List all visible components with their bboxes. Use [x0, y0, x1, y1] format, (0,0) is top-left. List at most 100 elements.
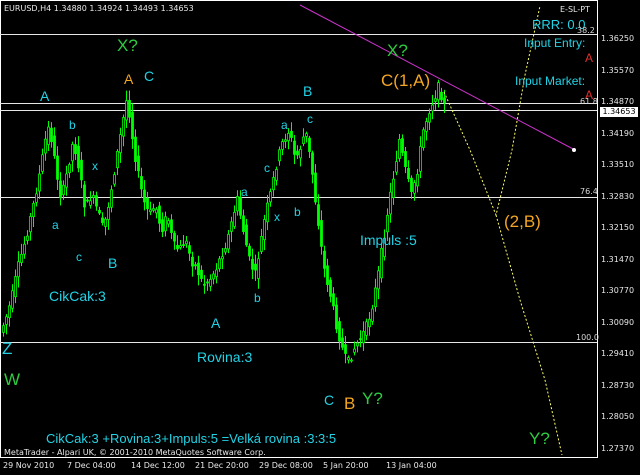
wave-label-c-cyan1: C	[144, 68, 155, 84]
wave-label-x-q2: X?	[387, 41, 408, 60]
wave-label-c-small2: c	[264, 161, 270, 175]
candle-body	[107, 206, 110, 220]
wave-label-b-small2: b	[254, 291, 261, 305]
candle-body	[101, 217, 104, 223]
candle-body	[431, 104, 434, 112]
candle-body	[320, 220, 323, 247]
cikcak-label: CikCak:3	[49, 288, 106, 304]
candle-body	[143, 189, 146, 203]
candle-body	[122, 117, 125, 137]
candle-body	[200, 269, 203, 279]
candle-body	[404, 151, 407, 168]
candle-body	[113, 174, 116, 185]
candle-body	[89, 200, 92, 206]
candle-body	[152, 208, 155, 211]
candle-body	[287, 132, 290, 141]
candle-body	[50, 127, 53, 143]
candle-body	[170, 219, 173, 233]
candle-body	[110, 189, 113, 208]
candle-body	[23, 243, 26, 255]
candle-body	[272, 177, 275, 191]
wave-label-x-q1: X?	[117, 36, 138, 55]
candle-body	[218, 258, 221, 270]
candle-body	[206, 281, 209, 284]
candle-body	[332, 293, 335, 307]
candle-body	[416, 174, 419, 187]
candle-body	[257, 258, 260, 279]
time-tick-label: 29 Nov 2010	[3, 461, 55, 470]
candle-body	[146, 197, 149, 210]
candle-body	[293, 140, 296, 155]
candle-body	[86, 199, 89, 202]
candle-body	[179, 245, 182, 248]
price-tick-label: 1.34870	[601, 97, 635, 106]
candle-body	[305, 133, 308, 137]
time-tick-label: 7 Dec 04:00	[67, 461, 116, 470]
candle-body	[392, 178, 395, 198]
wave-label-a-orange: A	[124, 71, 134, 87]
symbol-info: EURUSD,H4	[4, 4, 52, 13]
fib-level-764: 76.4	[580, 187, 598, 196]
candle-body	[134, 136, 137, 162]
wave-label-c-big3: C	[324, 392, 335, 408]
candle-body	[347, 357, 350, 361]
wave-formula: CikCak:3 +Rovina:3+Impuls:5 =Velká rovin…	[46, 431, 337, 446]
wave-label-2b: (2,B)	[504, 212, 541, 231]
candle-body	[314, 172, 317, 203]
candle-body	[182, 244, 185, 247]
time-tick-label: 13 Jan 04:00	[386, 461, 437, 470]
candle-body	[11, 290, 14, 309]
candle-body	[266, 202, 269, 223]
candle-body	[155, 208, 158, 214]
candle-body	[56, 155, 59, 180]
candle-body	[290, 130, 293, 138]
candle-body	[335, 304, 338, 330]
candle-body	[311, 152, 314, 175]
candle-body	[251, 258, 254, 270]
candle-body	[353, 348, 356, 353]
rovina-label: Rovina:3	[197, 349, 253, 365]
candle-body	[338, 321, 341, 342]
candle-body	[377, 270, 380, 290]
candle-body	[386, 214, 389, 233]
candle-body	[128, 100, 131, 118]
candle-body	[212, 273, 215, 280]
wave-label-a-small1: a	[52, 218, 59, 232]
candle-body	[344, 344, 347, 354]
candle-body	[5, 316, 8, 325]
candle-body	[368, 318, 371, 328]
candle-body	[98, 210, 101, 214]
input-entry-label[interactable]: Input Entry:	[524, 37, 585, 49]
candle-body	[161, 219, 164, 232]
candle-body	[221, 256, 224, 260]
candle-body	[77, 145, 80, 169]
candle-body	[74, 144, 77, 155]
time-tick-label: 29 Dec 08:00	[259, 461, 313, 470]
candle-body	[53, 135, 56, 157]
candle-body	[233, 211, 236, 227]
candle-body	[41, 154, 44, 172]
price-tick-label: 1.29410	[601, 349, 635, 358]
candle-body	[365, 321, 368, 336]
candle-body	[374, 287, 377, 308]
candle-body	[437, 82, 440, 101]
price-chart[interactable]	[0, 0, 640, 475]
candle-body	[131, 112, 134, 140]
candle-body	[308, 137, 311, 152]
entry-arrow-a: A	[585, 51, 594, 65]
candle-body	[401, 138, 404, 153]
wave-label-a-big2: A	[211, 315, 221, 331]
fib-level-618: 61.8	[580, 97, 598, 106]
candle-body	[209, 279, 212, 287]
candle-body	[17, 261, 20, 278]
wave-label-a-small2: a	[241, 185, 248, 199]
candle-body	[407, 167, 410, 179]
wave-label-a-big1: A	[40, 88, 50, 104]
candle-body	[80, 159, 83, 181]
candle-body	[38, 173, 41, 192]
input-market-label[interactable]: Input Market:	[515, 75, 585, 87]
candle-body	[71, 144, 74, 162]
fib-level-100: 100.0	[576, 333, 599, 342]
candle-body	[68, 164, 71, 174]
candle-body	[119, 134, 122, 154]
